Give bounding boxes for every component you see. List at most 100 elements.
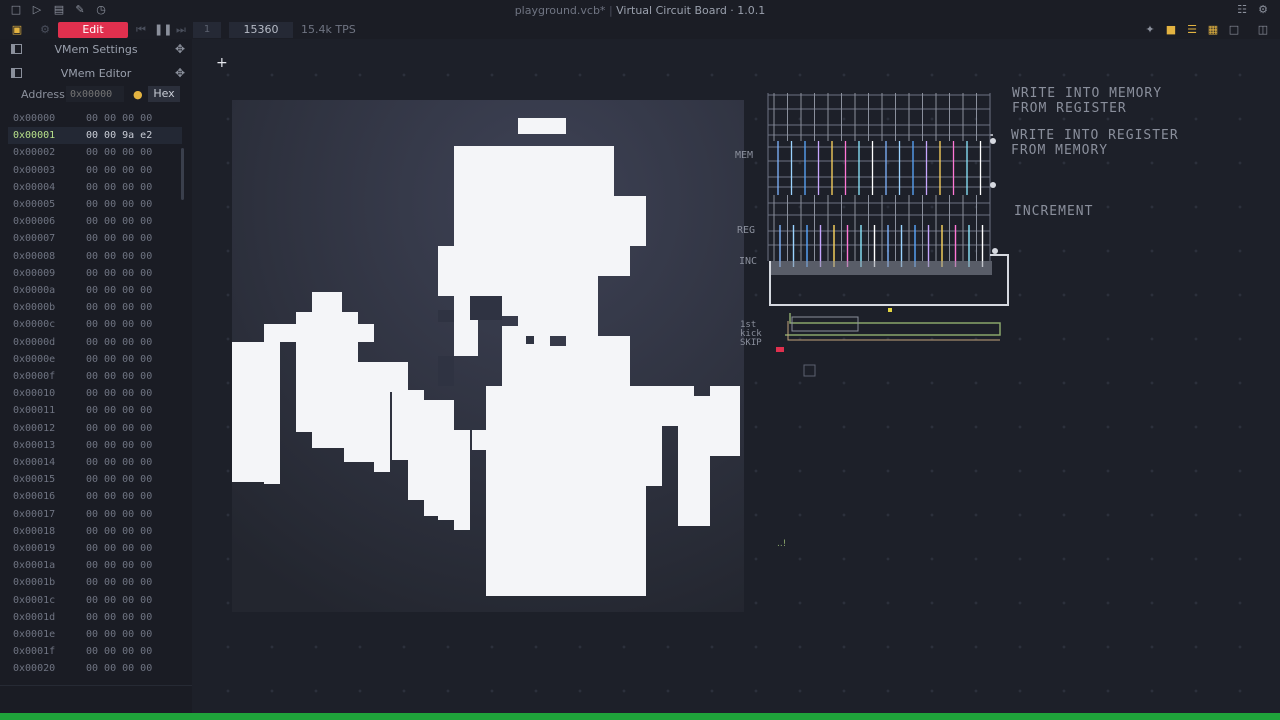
memory-address: 0x00006 — [13, 216, 56, 228]
memory-row[interactable]: 0x00015 00 00 00 00 — [8, 471, 182, 488]
memory-value[interactable]: 00 00 00 00 — [86, 179, 152, 196]
memory-row[interactable]: 0x0001f 00 00 00 00 — [8, 643, 182, 660]
memory-value[interactable]: 00 00 00 00 — [86, 557, 152, 574]
memory-value[interactable]: 00 00 00 00 — [86, 454, 152, 471]
memory-row[interactable]: 0x00012 00 00 00 00 — [8, 420, 182, 437]
display-pixel-block — [486, 450, 502, 580]
circuit-canvas[interactable]: + MEM REG INC 1st kick SKIP WRITE INTO M… — [192, 39, 1280, 713]
memory-value[interactable]: 00 00 00 00 — [86, 437, 152, 454]
memory-value[interactable]: 00 00 00 00 — [86, 523, 152, 540]
address-input[interactable] — [66, 86, 124, 102]
tick-rate-field[interactable]: 15360 — [229, 22, 293, 38]
memory-value[interactable]: 00 00 00 00 — [86, 592, 152, 609]
layers-icon[interactable]: ☰ — [1185, 23, 1199, 37]
book-icon[interactable]: ☷ — [1236, 4, 1248, 16]
panel-right-icon[interactable]: ◫ — [1256, 23, 1270, 37]
vmem-settings-header[interactable]: VMem Settings ✥ — [0, 39, 192, 61]
memory-row[interactable]: 0x0001e 00 00 00 00 — [8, 626, 182, 643]
memory-row[interactable]: 0x00006 00 00 00 00 — [8, 213, 182, 230]
move-icon[interactable]: ✥ — [175, 66, 185, 80]
memory-row[interactable]: 0x00019 00 00 00 00 — [8, 540, 182, 557]
increment-connector — [992, 248, 998, 254]
memory-value[interactable]: 00 00 00 00 — [86, 385, 152, 402]
memory-row[interactable]: 0x00009 00 00 00 00 — [8, 265, 182, 282]
memory-row[interactable]: 0x00013 00 00 00 00 — [8, 437, 182, 454]
memory-value[interactable]: 00 00 00 00 — [86, 402, 152, 419]
memory-row[interactable]: 0x0000a 00 00 00 00 — [8, 282, 182, 299]
memory-row[interactable]: 0x00014 00 00 00 00 — [8, 454, 182, 471]
memory-row[interactable]: 0x0001b 00 00 00 00 — [8, 574, 182, 591]
memory-row[interactable]: 0x00011 00 00 00 00 — [8, 402, 182, 419]
memory-row[interactable]: 0x00004 00 00 00 00 — [8, 179, 182, 196]
memory-value[interactable]: 00 00 00 00 — [86, 609, 152, 626]
step-back-icon[interactable]: ⏮ — [134, 23, 148, 37]
memory-value[interactable]: 00 00 00 00 — [86, 540, 152, 557]
display-pixel-block — [374, 362, 390, 472]
memory-value[interactable]: 00 00 00 00 — [86, 144, 152, 161]
memory-row[interactable]: 0x00007 00 00 00 00 — [8, 230, 182, 247]
memory-value[interactable]: 00 00 00 00 — [86, 351, 152, 368]
memory-row[interactable]: 0x00003 00 00 00 00 — [8, 162, 182, 179]
memory-row[interactable]: 0x0000c 00 00 00 00 — [8, 316, 182, 333]
memory-value[interactable]: 00 00 00 00 — [86, 316, 152, 333]
memory-row[interactable]: 0x0000d 00 00 00 00 — [8, 334, 182, 351]
move-icon[interactable]: ✥ — [175, 42, 185, 56]
memory-row[interactable]: 0x0000f 00 00 00 00 — [8, 368, 182, 385]
memory-value[interactable]: 00 00 00 00 — [86, 488, 152, 505]
memory-value[interactable]: 00 00 00 00 — [86, 196, 152, 213]
step-forward-icon[interactable]: ⏭ — [174, 23, 188, 37]
memory-value[interactable]: 00 00 00 00 — [86, 230, 152, 247]
memory-value[interactable]: 00 00 00 00 — [86, 626, 152, 643]
memory-value[interactable]: 00 00 00 00 — [86, 248, 152, 265]
memory-value[interactable]: 00 00 00 00 — [86, 471, 152, 488]
memory-value[interactable]: 00 00 00 00 — [86, 213, 152, 230]
memory-row[interactable]: 0x00020 00 00 00 00 — [8, 660, 182, 677]
dock-panel-icon[interactable]: ▣ — [10, 23, 24, 37]
memory-value[interactable]: 00 00 00 00 — [86, 162, 152, 179]
lock-icon[interactable]: ■ — [1164, 23, 1178, 37]
memory-row[interactable]: 0x00018 00 00 00 00 — [8, 523, 182, 540]
memory-row[interactable]: 0x0001a 00 00 00 00 — [8, 557, 182, 574]
scrollbar[interactable] — [181, 148, 184, 200]
display-pixel-block — [424, 420, 440, 516]
window-icon[interactable]: □ — [1227, 23, 1241, 37]
memory-row[interactable]: 0x00010 00 00 00 00 — [8, 385, 182, 402]
memory-row[interactable]: 0x0001c 00 00 00 00 — [8, 592, 182, 609]
memory-value[interactable]: 00 00 00 00 — [86, 368, 152, 385]
memory-value[interactable]: 00 00 00 00 — [86, 265, 152, 282]
circuit-board[interactable]: MEM REG INC 1st kick SKIP — [735, 85, 1040, 385]
memory-value[interactable]: 00 00 00 00 — [86, 420, 152, 437]
vmem-editor-header[interactable]: VMem Editor ✥ — [0, 63, 192, 85]
pause-icon[interactable]: ❚❚ — [154, 23, 172, 37]
memory-value[interactable]: 00 00 00 00 — [86, 334, 152, 351]
memory-row[interactable]: 0x00002 00 00 00 00 — [8, 144, 182, 161]
memory-value[interactable]: 00 00 00 00 — [86, 506, 152, 523]
memory-address: 0x0001b — [13, 577, 56, 589]
memory-row[interactable]: 0x00008 00 00 00 00 — [8, 248, 182, 265]
vmem-display[interactable] — [232, 100, 744, 612]
memory-row[interactable]: 0x00017 00 00 00 00 — [8, 506, 182, 523]
memory-row[interactable]: 0x00001 00 00 9a e2 — [8, 127, 182, 145]
edit-mode-button[interactable]: Edit — [58, 22, 128, 38]
hex-toggle-button[interactable]: Hex — [148, 86, 180, 102]
memory-list[interactable]: 0x00000 00 00 00 00 0x00001 00 00 9a e2 0x00… — [8, 110, 182, 688]
memory-row[interactable]: 0x0000e 00 00 00 00 — [8, 351, 182, 368]
memory-value[interactable]: 00 00 9a e2 — [86, 127, 152, 144]
memory-row[interactable]: 0x00016 00 00 00 00 — [8, 488, 182, 505]
memory-value[interactable]: 00 00 00 00 — [86, 574, 152, 591]
memory-row[interactable]: 0x00000 00 00 00 00 — [8, 110, 182, 127]
memory-value[interactable]: 00 00 00 00 — [86, 643, 152, 660]
filter-icon[interactable]: ▦ — [1206, 23, 1220, 37]
memory-value[interactable]: 00 00 00 00 — [86, 282, 152, 299]
skip-led — [776, 347, 784, 352]
wand-icon[interactable]: ✦ — [1143, 23, 1157, 37]
memory-value[interactable]: 00 00 00 00 — [86, 110, 152, 127]
step-count-field[interactable]: 1 — [193, 22, 221, 38]
memory-value[interactable]: 00 00 00 00 — [86, 660, 152, 677]
pin-icon[interactable]: ● — [133, 88, 143, 101]
settings-gear-icon[interactable]: ⚙ — [1257, 4, 1269, 16]
memory-value[interactable]: 00 00 00 00 — [86, 299, 152, 316]
memory-row[interactable]: 0x00005 00 00 00 00 — [8, 196, 182, 213]
memory-row[interactable]: 0x0000b 00 00 00 00 — [8, 299, 182, 316]
memory-row[interactable]: 0x0001d 00 00 00 00 — [8, 609, 182, 626]
